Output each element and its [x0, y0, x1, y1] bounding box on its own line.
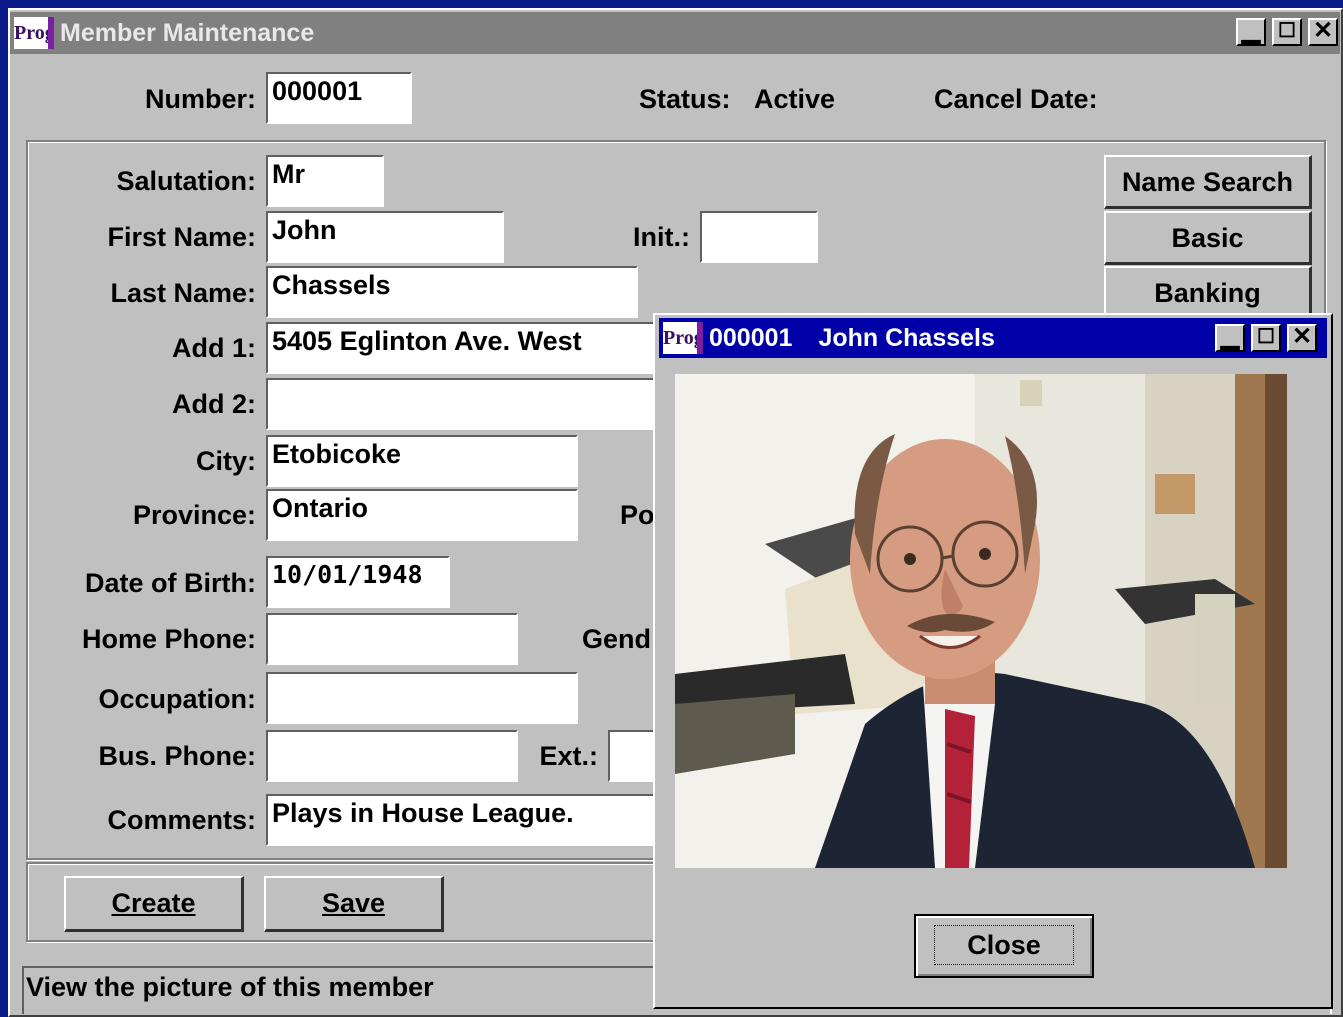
salutation-label: Salutation:: [116, 166, 257, 196]
init-field[interactable]: [700, 211, 818, 263]
city-label: City:: [196, 446, 256, 476]
create-button[interactable]: Create: [64, 876, 244, 932]
gender-label: Gend: [582, 624, 652, 654]
bus-phone-field[interactable]: [266, 730, 518, 782]
province-field[interactable]: Ontario: [266, 489, 578, 541]
main-title-bar[interactable]: Prog Member Maintenance ▁ ☐ ✕: [10, 12, 1340, 54]
photo-title-bar[interactable]: Prog 000001 John Chassels ▁ ☐ ✕: [659, 318, 1327, 358]
home-phone-label: Home Phone:: [81, 624, 256, 654]
add2-label: Add 2:: [172, 389, 256, 419]
member-photo-image: [675, 374, 1287, 868]
maximize-button[interactable]: ☐: [1272, 18, 1302, 46]
salutation-field[interactable]: Mr: [266, 155, 384, 207]
add1-field[interactable]: 5405 Eglinton Ave. West: [266, 322, 666, 374]
photo-title-number: 000001: [709, 323, 793, 352]
first-name-field[interactable]: John: [266, 211, 504, 263]
photo-app-icon: Prog: [663, 322, 703, 354]
banking-button[interactable]: Banking: [1104, 266, 1312, 320]
photo-minimize-button[interactable]: ▁: [1215, 324, 1245, 352]
save-label: Save: [321, 888, 386, 918]
postal-code-label: Po: [620, 500, 655, 530]
cancel-date-label: Cancel Date:: [934, 84, 1098, 114]
photo-maximize-button[interactable]: ☐: [1251, 324, 1281, 352]
status-label: Status:: [639, 84, 731, 114]
comments-field[interactable]: Plays in House League.: [266, 794, 666, 846]
photo-close-button[interactable]: Close: [914, 914, 1094, 978]
last-name-field[interactable]: Chassels: [266, 266, 638, 318]
name-search-button[interactable]: Name Search: [1104, 155, 1312, 209]
add2-field[interactable]: [266, 378, 666, 430]
add1-label: Add 1:: [172, 333, 256, 363]
main-window-title: Member Maintenance: [60, 18, 315, 47]
create-label: Create: [111, 888, 196, 918]
status-bar-text: View the picture of this member: [26, 972, 434, 1002]
photo-close-label: Close: [934, 925, 1074, 965]
occupation-label: Occupation:: [98, 684, 256, 714]
occupation-field[interactable]: [266, 672, 578, 724]
init-label: Init.:: [633, 222, 690, 252]
city-field[interactable]: Etobicoke: [266, 435, 578, 487]
ext-label: Ext.:: [539, 741, 598, 771]
photo-title-name: John Chassels: [818, 323, 995, 352]
number-field[interactable]: 000001: [266, 72, 412, 124]
bus-phone-label: Bus. Phone:: [98, 741, 256, 771]
comments-label: Comments:: [107, 805, 256, 835]
member-photo: [675, 374, 1287, 868]
banking-label: Banking: [1154, 278, 1261, 308]
save-button[interactable]: Save: [264, 876, 444, 932]
basic-button[interactable]: Basic: [1104, 211, 1312, 265]
status-value: Active: [754, 84, 836, 114]
close-window-button[interactable]: ✕: [1308, 18, 1338, 46]
last-name-label: Last Name:: [110, 278, 256, 308]
basic-label: Basic: [1171, 223, 1244, 253]
app-icon: Prog: [14, 17, 54, 49]
home-phone-field[interactable]: [266, 613, 518, 665]
first-name-label: First Name:: [107, 222, 256, 252]
dob-label: Date of Birth:: [85, 568, 256, 598]
number-label: Number:: [144, 84, 256, 114]
dob-field[interactable]: 10/01/1948: [266, 556, 450, 608]
name-search-label: Name Search: [1121, 167, 1294, 197]
province-label: Province:: [132, 500, 256, 530]
photo-close-window-button[interactable]: ✕: [1287, 324, 1317, 352]
minimize-button[interactable]: ▁: [1236, 18, 1266, 46]
